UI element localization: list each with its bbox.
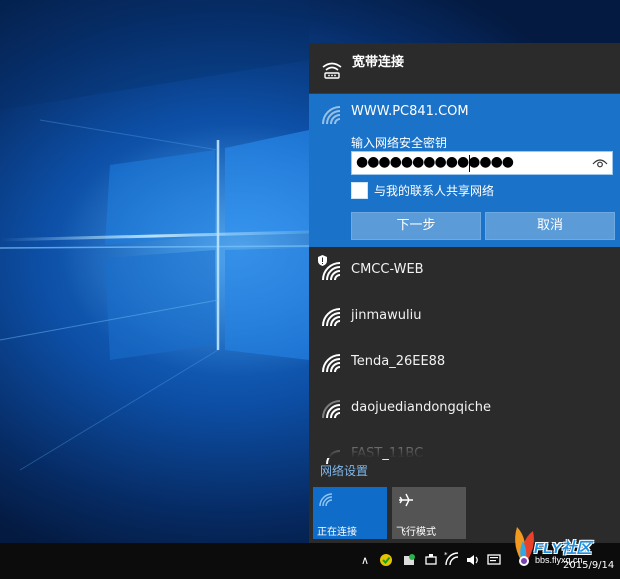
share-with-contacts-checkbox[interactable] xyxy=(351,182,368,199)
tile-label: 飞行模式 xyxy=(396,527,436,538)
password-value: ●●●●●●●●●●●●●● xyxy=(356,154,514,170)
wifi-icon xyxy=(322,106,341,125)
network-item-active[interactable]: WWW.PC841.COM 输入网络安全密钥 ●●●●●●●●●●●●●● 与我… xyxy=(309,94,620,247)
network-tray-icon[interactable]: * xyxy=(444,551,460,567)
network-name: jinmawuliu xyxy=(351,308,422,323)
wifi-quick-action-tile[interactable]: 正在连接 xyxy=(313,487,387,539)
network-item[interactable]: jinmawuliu xyxy=(309,294,620,340)
input-method-icon[interactable] xyxy=(487,553,501,567)
watermark-url: bbs.flyxq.cn xyxy=(535,555,583,565)
network-ssid: WWW.PC841.COM xyxy=(351,104,469,119)
network-name: Tenda_26EE88 xyxy=(351,354,446,369)
network-name: daojuediandongqiche xyxy=(351,400,492,415)
network-item[interactable]: Tenda_26EE88 xyxy=(309,340,620,386)
volume-icon[interactable] xyxy=(466,553,480,567)
secured-wifi-icon xyxy=(322,308,341,327)
update-tray-icon[interactable] xyxy=(402,553,416,567)
secured-wifi-icon xyxy=(322,354,341,373)
text-caret xyxy=(469,155,470,172)
secured-wifi-icon xyxy=(322,400,341,419)
security-key-input[interactable]: ●●●●●●●●●●●●●● xyxy=(351,151,613,175)
next-button[interactable]: 下一步 xyxy=(351,212,481,240)
tile-label: 正在连接 xyxy=(317,527,357,538)
network-flyout: 宽带连接 WWW.PC841.COM 输入网络安全密钥 ●●●●●●●●●●●●… xyxy=(309,43,620,543)
security-key-label: 输入网络安全密钥 xyxy=(351,136,448,150)
dialup-icon xyxy=(322,62,342,79)
warning-shield-icon xyxy=(318,255,327,266)
usb-device-icon[interactable] xyxy=(424,553,438,567)
share-with-contacts-label: 与我的联系人共享网络 xyxy=(374,184,495,198)
reveal-password-icon[interactable] xyxy=(592,156,608,170)
network-settings-link[interactable]: 网络设置 xyxy=(320,462,368,479)
show-hidden-icons-button[interactable]: ∧ xyxy=(361,553,373,569)
network-item[interactable]: CMCC-WEB xyxy=(309,248,620,294)
list-scroll-fade xyxy=(309,428,620,458)
cancel-button[interactable]: 取消 xyxy=(485,212,615,240)
svg-text:*: * xyxy=(444,551,448,559)
wifi-icon xyxy=(319,493,333,507)
airplane-icon xyxy=(399,493,413,507)
airplane-mode-tile[interactable]: 飞行模式 xyxy=(392,487,466,539)
broadband-label: 宽带连接 xyxy=(352,55,405,70)
fly-community-watermark: FLY社区 bbs.flyxq.cn xyxy=(507,517,617,577)
network-name: CMCC-WEB xyxy=(351,262,424,277)
broadband-connection-item[interactable]: 宽带连接 xyxy=(309,43,620,93)
network-item[interactable]: daojuediandongqiche xyxy=(309,386,620,432)
app-tray-icon[interactable] xyxy=(379,553,393,567)
